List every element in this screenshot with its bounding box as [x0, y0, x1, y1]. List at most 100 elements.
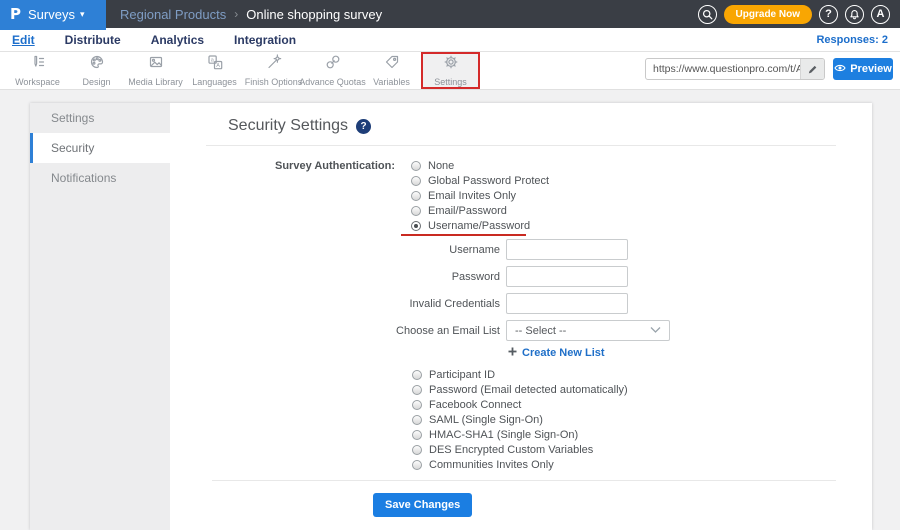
radio-icon [411, 205, 421, 216]
radio-label: Facebook Connect [429, 398, 522, 411]
edit-url-pencil-icon[interactable] [800, 59, 824, 79]
create-new-list-link[interactable]: Create New List [508, 347, 872, 359]
tab-edit[interactable]: Edit [12, 33, 35, 47]
magic-wand-icon [266, 54, 282, 75]
sidebar-item-security[interactable]: Security [30, 133, 170, 163]
radio-password-email-detected[interactable]: Password (Email detected automatically) [412, 382, 872, 397]
radio-email-password[interactable]: Email/Password [411, 203, 549, 218]
radio-label: Password (Email detected automatically) [429, 383, 628, 396]
radio-email-invites-only[interactable]: Email Invites Only [411, 188, 549, 203]
toolbar-item-settings[interactable]: Settings [421, 52, 480, 89]
svg-text:A: A [216, 63, 220, 69]
survey-url-text: https://www.questionpro.com/t/APNrfZ [653, 63, 800, 75]
toolbar-item-media-library[interactable]: Media Library [126, 52, 185, 89]
email-list-select[interactable]: -- Select -- [506, 320, 670, 341]
radio-icon [412, 399, 422, 410]
radio-communities-invites-only[interactable]: Communities Invites Only [412, 457, 872, 472]
toolbar-item-finish-options[interactable]: Finish Options [244, 52, 303, 89]
radio-label: Username/Password [428, 219, 531, 232]
email-list-selected-value: -- Select -- [515, 324, 567, 337]
toolbar-label: Finish Options [244, 77, 303, 87]
radio-label: Participant ID [429, 368, 496, 381]
radio-label: Email Invites Only [428, 189, 517, 202]
eye-icon [834, 62, 846, 77]
page-title: Security Settings [228, 117, 349, 134]
preview-button-label: Preview [850, 63, 892, 75]
radio-des-encrypted-variables[interactable]: DES Encrypted Custom Variables [412, 442, 872, 457]
search-icon[interactable] [697, 4, 717, 24]
logo-block-underline [0, 28, 106, 30]
radio-icon [412, 384, 422, 395]
radio-icon [412, 429, 422, 440]
radio-label: SAML (Single Sign-On) [429, 413, 543, 426]
tab-analytics[interactable]: Analytics [151, 33, 204, 47]
auth-radio-group: None Global Password Protect Email Invit… [401, 158, 549, 236]
surveys-menu[interactable]: P Surveys ▾ [0, 0, 106, 28]
settings-sidebar: Settings Security Notifications [30, 103, 170, 530]
radio-icon [411, 175, 421, 186]
responses-count[interactable]: Responses: 2 [816, 34, 900, 46]
questionpro-logo-icon: P [10, 5, 21, 23]
toolbar-label: Variables [373, 77, 410, 87]
toolbar-item-languages[interactable]: aA Languages [185, 52, 244, 89]
toolbar-item-design[interactable]: Design [67, 52, 126, 89]
auth-radio-group-more: Participant ID Password (Email detected … [412, 367, 872, 472]
survey-nav: Edit Distribute Analytics Integration Re… [0, 28, 900, 52]
chain-links-icon [325, 54, 341, 75]
radio-icon [411, 160, 421, 171]
radio-icon [412, 459, 422, 470]
tag-icon [384, 54, 400, 75]
password-label: Password [451, 270, 500, 283]
breadcrumb-folder[interactable]: Regional Products [120, 7, 226, 22]
tab-distribute[interactable]: Distribute [65, 33, 121, 47]
radio-icon [412, 444, 422, 455]
title-divider [206, 145, 836, 146]
pencil-lines-icon [30, 54, 46, 75]
toolbar-label: Settings [434, 77, 467, 87]
password-field[interactable] [506, 266, 628, 287]
sidebar-item-settings[interactable]: Settings [30, 103, 170, 133]
radio-participant-id[interactable]: Participant ID [412, 367, 872, 382]
preview-button[interactable]: Preview [833, 58, 893, 80]
breadcrumb-survey-title: Online shopping survey [246, 6, 383, 22]
toolbar-item-workspace[interactable]: Workspace [8, 52, 67, 89]
gear-icon [443, 54, 459, 75]
toolbar-label: Media Library [128, 77, 183, 87]
security-settings-panel: Security Settings ? Survey Authenticatio… [170, 103, 872, 530]
radio-none[interactable]: None [411, 158, 549, 173]
radio-icon [412, 414, 422, 425]
radio-username-password[interactable]: Username/Password [401, 218, 549, 236]
chevron-down-icon [650, 325, 661, 337]
radio-icon [412, 369, 422, 380]
plus-icon [508, 347, 517, 359]
tab-integration[interactable]: Integration [234, 33, 296, 47]
radio-label: Global Password Protect [428, 174, 550, 187]
username-field[interactable] [506, 239, 628, 260]
notifications-bell-icon[interactable] [845, 4, 864, 24]
radio-label: DES Encrypted Custom Variables [429, 443, 594, 456]
toolbar-item-advance-quotas[interactable]: Advance Quotas [299, 52, 366, 89]
radio-icon [411, 190, 421, 201]
radio-facebook-connect[interactable]: Facebook Connect [412, 397, 872, 412]
upgrade-now-button[interactable]: Upgrade Now [723, 4, 812, 24]
toolbar-label: Design [82, 77, 111, 87]
sidebar-item-notifications[interactable]: Notifications [30, 163, 170, 193]
help-button[interactable]: ? [819, 4, 838, 24]
surveys-menu-label: Surveys [28, 6, 75, 22]
create-new-list-label: Create New List [522, 347, 605, 359]
invalid-credentials-field[interactable] [506, 293, 628, 314]
help-question-icon[interactable]: ? [356, 118, 372, 134]
save-changes-button[interactable]: Save Changes [373, 493, 473, 517]
radio-label: Email/Password [428, 204, 507, 217]
toolbar-label: Advance Quotas [299, 77, 366, 87]
invalid-credentials-label: Invalid Credentials [409, 297, 501, 310]
toolbar-item-variables[interactable]: Variables [362, 52, 421, 89]
avatar[interactable]: A [871, 4, 890, 24]
survey-url-field[interactable]: https://www.questionpro.com/t/APNrfZ [645, 58, 825, 80]
radio-saml-sso[interactable]: SAML (Single Sign-On) [412, 412, 872, 427]
radio-hmac-sha1-sso[interactable]: HMAC-SHA1 (Single Sign-On) [412, 427, 872, 442]
email-list-label: Choose an Email List [396, 324, 500, 337]
radio-global-password-protect[interactable]: Global Password Protect [411, 173, 549, 188]
radio-label: HMAC-SHA1 (Single Sign-On) [429, 428, 579, 441]
settings-card: Settings Security Notifications Security… [30, 103, 872, 530]
